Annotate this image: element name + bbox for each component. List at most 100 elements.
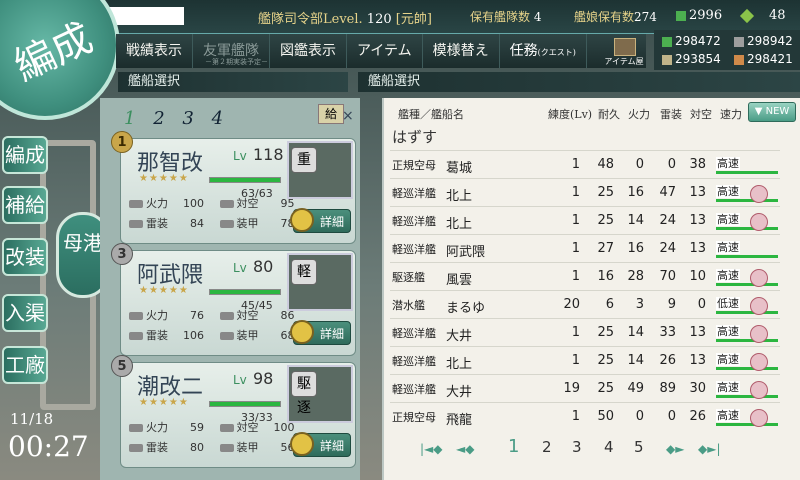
header-torp: 雷装: [660, 108, 682, 121]
ship-firepower: 16: [627, 241, 644, 256]
close-icon[interactable]: ×: [342, 108, 354, 124]
ship-aa: 10: [689, 269, 706, 284]
ship-firepower: 14: [627, 353, 644, 368]
fleet-tab-4[interactable]: 4: [212, 108, 223, 129]
ship-hp: 25: [597, 381, 614, 396]
ship-aa: 30: [689, 381, 706, 396]
ship-list-row[interactable]: 軽巡洋艦 大井 19 25 49 89 30 高速: [390, 374, 780, 402]
ship-list-row[interactable]: 軽巡洋艦 北上 1 25 14 26 13 高速: [390, 346, 780, 374]
ship-hp: 25: [597, 185, 614, 200]
ship-hp: 25: [597, 213, 614, 228]
speed-underline: [716, 339, 778, 342]
lock-icon: [750, 297, 768, 315]
sort-new-button[interactable]: ▼ NEW: [748, 102, 796, 122]
page-5[interactable]: 5: [634, 438, 644, 456]
lock-icon: [750, 381, 768, 399]
ship-speed: 高速: [716, 241, 740, 254]
ship-hp: 25: [597, 353, 614, 368]
header-type-name[interactable]: 艦種／艦船名: [398, 106, 464, 122]
menu-record[interactable]: 戦績表示: [116, 34, 193, 68]
ship-hp: 27: [597, 241, 614, 256]
ship-list-row[interactable]: 軽巡洋艦 阿武隈 1 27 16 24 13 高速: [390, 234, 780, 262]
prev-page-icon[interactable]: ◄◆: [456, 442, 474, 456]
ship-hp: 6: [605, 297, 614, 312]
stat-value: 80: [190, 441, 204, 454]
last-page-icon[interactable]: ◆►|: [698, 442, 721, 456]
ship-level: 98: [253, 369, 274, 388]
ship-list-row[interactable]: 潜水艦 まるゆ 20 6 3 9 0 低速: [390, 290, 780, 318]
stat-row: 雷装 80 装甲 56: [129, 439, 307, 455]
fleet-tab-2[interactable]: 2: [153, 108, 164, 129]
ship-list-row[interactable]: 軽巡洋艦 大井 1 25 14 33 13 高速: [390, 318, 780, 346]
ship-card[interactable]: 3 阿武隈 Lv 80 ★★★★★ 45/45 火力 76 対空 86 雷装 106 …: [111, 243, 356, 356]
ship-firepower: 49: [627, 381, 644, 396]
ship-list-row[interactable]: 正規空母 葛城 1 48 0 0 38 高速: [390, 150, 780, 178]
ship-list-row[interactable]: 駆逐艦 風雲 1 16 28 70 10 高速: [390, 262, 780, 290]
item-shop-button[interactable]: アイテム屋: [596, 34, 652, 68]
ship-type-badge: 軽: [291, 259, 317, 285]
menu-items[interactable]: アイテム: [347, 34, 423, 68]
fleet-tabs: 1 2 3 4: [124, 108, 235, 129]
ship-speed: 高速: [716, 381, 740, 394]
ship-name: まるゆ: [446, 301, 486, 316]
ship-torpedo: 26: [659, 353, 676, 368]
ship-card[interactable]: 5 潮改二 Lv 98 ★★★★★ 33/33 火力 59 対空 100 雷装 80 …: [111, 355, 356, 468]
nav-remodel[interactable]: 改装: [2, 238, 48, 276]
ship-type: 軽巡洋艦: [392, 355, 436, 368]
page-2[interactable]: 2: [542, 438, 552, 456]
ammo-icon: [734, 36, 744, 47]
fleet-tab-3[interactable]: 3: [182, 108, 193, 129]
ship-torpedo: 0: [667, 157, 676, 172]
quick-supply-button[interactable]: 給: [318, 104, 344, 124]
ship-torpedo: 33: [659, 325, 676, 340]
armor-icon: [219, 444, 234, 452]
hp-bar: [209, 177, 281, 183]
ship-type-badge: 重: [291, 147, 317, 173]
ship-list-row[interactable]: 軽巡洋艦 北上 1 25 14 24 13 高速: [390, 206, 780, 234]
ship-detail-button[interactable]: 詳細: [290, 208, 351, 233]
page-1[interactable]: 1: [508, 436, 519, 457]
unassign-ship[interactable]: はずす: [392, 126, 437, 147]
menu-furniture[interactable]: 模様替え: [423, 34, 500, 68]
ship-detail-button[interactable]: 詳細: [290, 432, 351, 457]
aa-icon: [219, 200, 234, 208]
nav-supply[interactable]: 補給: [2, 186, 48, 224]
ship-type: 軽巡洋艦: [392, 215, 436, 228]
ship-level: 1: [571, 157, 580, 172]
ship-detail-button[interactable]: 詳細: [290, 320, 351, 345]
ship-level: 19: [563, 381, 580, 396]
page-4[interactable]: 4: [604, 438, 614, 456]
menu-encyclopedia[interactable]: 図鑑表示: [270, 34, 347, 68]
first-page-icon[interactable]: |◄◆: [420, 442, 443, 456]
speed-underline: [716, 227, 778, 230]
nav-organize[interactable]: 編成: [2, 136, 48, 174]
ship-list-row[interactable]: 正規空母 飛龍 1 50 0 0 26 高速: [390, 402, 780, 430]
fleet-tab-1[interactable]: 1: [124, 108, 135, 129]
lock-icon: [750, 213, 768, 231]
magnifier-icon: [290, 208, 314, 232]
logo-text: 編成: [7, 14, 100, 91]
steel-count: 293854: [662, 52, 721, 66]
next-page-icon[interactable]: ◆►: [666, 442, 684, 456]
ship-type: 正規空母: [392, 159, 436, 172]
ship-level-label: Lv: [233, 149, 247, 163]
menu-quests[interactable]: 任務(クエスト): [500, 34, 587, 68]
nav-arsenal[interactable]: 工廠: [2, 346, 48, 384]
bucket-icon: [676, 10, 686, 21]
firepower-icon: [129, 200, 143, 208]
stat-row: 火力 76 対空 86: [129, 307, 307, 323]
header-level[interactable]: 練度(Lv): [548, 106, 592, 122]
ship-firepower: 0: [635, 409, 644, 424]
header-speed: 速力: [720, 108, 742, 121]
ship-list-row[interactable]: 軽巡洋艦 北上 1 25 16 47 13 高速: [390, 178, 780, 206]
nav-repair[interactable]: 入渠: [2, 294, 48, 332]
stat-value: 100: [183, 197, 204, 210]
ship-firepower: 14: [627, 325, 644, 340]
ship-name: 北上: [446, 217, 473, 232]
ship-card[interactable]: 1 那智改 Lv 118 ★★★★★ 63/63 火力 100 対空 95 雷装 84…: [111, 131, 356, 244]
page-3[interactable]: 3: [572, 438, 582, 456]
ship-name: 北上: [446, 357, 473, 372]
ship-firepower: 3: [635, 297, 644, 312]
hp-bar-fill: [210, 178, 280, 182]
bucket-count: 2996: [676, 8, 722, 23]
